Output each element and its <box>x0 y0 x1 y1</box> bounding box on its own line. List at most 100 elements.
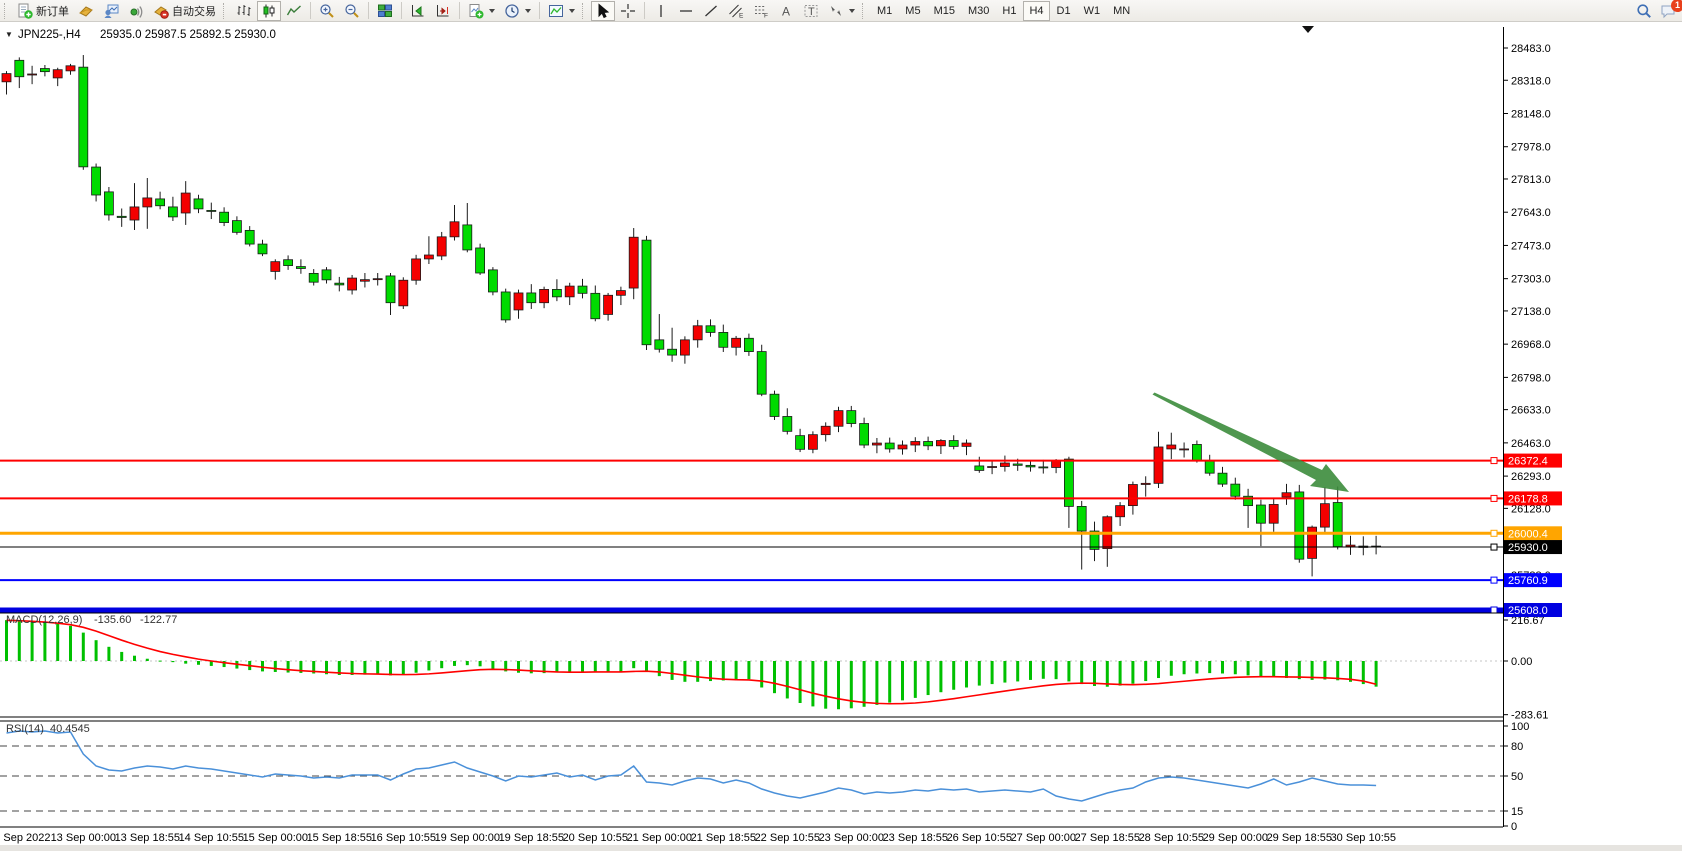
price-line-handle[interactable] <box>1491 607 1497 613</box>
signal-button[interactable] <box>124 1 148 21</box>
candle-body <box>693 326 702 340</box>
chart-expand-icon[interactable]: ▼ <box>5 30 13 39</box>
macd-bar <box>939 661 942 692</box>
macd-bar <box>722 661 725 680</box>
candle-body <box>732 338 741 347</box>
price-line-handle[interactable] <box>1491 577 1497 583</box>
horizontal-line-icon <box>678 3 694 19</box>
candle-body <box>1013 464 1022 465</box>
candle-body <box>1282 493 1291 497</box>
trendline-button[interactable] <box>699 1 723 21</box>
candle-body <box>936 441 945 446</box>
time-tick-label: 22 Sep 10:55 <box>755 832 820 844</box>
rsi-tick-label: 50 <box>1511 771 1523 783</box>
arrows-button[interactable] <box>824 1 859 21</box>
notification-badge[interactable]: 1 <box>1671 0 1682 12</box>
price-tick-label: 28148.0 <box>1511 108 1551 120</box>
cursor-button[interactable] <box>591 1 615 21</box>
candle-body <box>540 289 549 302</box>
candle-body <box>450 222 459 237</box>
price-line-handle[interactable] <box>1491 530 1497 536</box>
timeframe-M5-button[interactable]: M5 <box>899 1 926 21</box>
macd-bar <box>1323 661 1326 680</box>
chart-ohlc-values: 25935.0 25987.5 25892.5 25930.0 <box>100 29 276 41</box>
timeframe-M15-button[interactable]: M15 <box>928 1 961 21</box>
chart-canvas[interactable]: 28483.028318.028148.027978.027813.027643… <box>0 22 1682 851</box>
macd-bar <box>43 622 46 661</box>
zoom-out-button[interactable] <box>340 1 364 21</box>
timeframe-H1-button[interactable]: H1 <box>996 1 1022 21</box>
chart-shift-button[interactable] <box>431 1 455 21</box>
text-label-button[interactable]: T <box>799 1 823 21</box>
rsi-tick-label: 100 <box>1511 721 1529 733</box>
timeframe-H4-button[interactable]: H4 <box>1023 1 1049 21</box>
macd-bar <box>645 661 648 672</box>
toolbar-separator <box>310 2 311 19</box>
timeframe-M30-button[interactable]: M30 <box>962 1 995 21</box>
candle-body <box>207 210 216 211</box>
text-label-icon: T <box>803 3 819 19</box>
trendline-icon <box>703 3 719 19</box>
auto-scroll-button[interactable] <box>406 1 430 21</box>
horizontal-line-button[interactable] <box>674 1 698 21</box>
metaeditor-button[interactable] <box>74 1 98 21</box>
cursor-icon <box>595 3 611 19</box>
price-tag-label: 25930.0 <box>1508 542 1548 554</box>
timeframe-D1-button[interactable]: D1 <box>1051 1 1077 21</box>
timeframe-MN-button[interactable]: MN <box>1107 1 1136 21</box>
candle-body <box>1039 467 1048 468</box>
periods-button[interactable] <box>500 1 535 21</box>
line-chart-button[interactable] <box>282 1 306 21</box>
text-button[interactable]: A <box>774 1 798 21</box>
candle-body <box>642 240 651 345</box>
candle-body <box>156 199 165 206</box>
timeframe-W1-button[interactable]: W1 <box>1078 1 1107 21</box>
macd-main-value: -135.60 <box>94 614 131 626</box>
auto-trading-button[interactable]: 自动交易 <box>149 1 220 21</box>
fibonacci-button[interactable]: F <box>749 1 773 21</box>
toolbar-grip <box>223 3 228 19</box>
candle-body <box>796 436 805 450</box>
candlestick-chart-button[interactable] <box>257 1 281 21</box>
candle-body <box>668 349 677 355</box>
macd-tick-label: 0.00 <box>1511 656 1532 668</box>
bar-chart-button[interactable] <box>232 1 256 21</box>
tile-windows-button[interactable] <box>373 1 397 21</box>
zoom-in-button[interactable] <box>315 1 339 21</box>
candle-body <box>898 445 907 449</box>
candle-body <box>1231 484 1240 496</box>
candle-body <box>1333 502 1342 546</box>
timeframe-M1-button[interactable]: M1 <box>871 1 898 21</box>
macd-bar <box>1080 661 1083 684</box>
candle-body <box>578 286 587 293</box>
macd-bar <box>82 633 85 661</box>
price-line-handle[interactable] <box>1491 544 1497 550</box>
price-line-handle[interactable] <box>1491 495 1497 501</box>
candle-body <box>309 273 318 282</box>
new-chart-button[interactable] <box>464 1 499 21</box>
macd-bar <box>952 661 955 690</box>
search-button[interactable] <box>1632 1 1656 21</box>
indicators-button[interactable] <box>544 1 579 21</box>
price-line-handle[interactable] <box>1491 458 1497 464</box>
macd-bar <box>683 661 686 682</box>
profile-button[interactable] <box>99 1 123 21</box>
candle-body <box>1320 504 1329 527</box>
vertical-line-button[interactable] <box>649 1 673 21</box>
search-icon <box>1636 3 1652 19</box>
new-order-button[interactable]: 新订单 <box>13 1 73 21</box>
equidistant-channel-button[interactable]: E <box>724 1 748 21</box>
macd-bar <box>1042 661 1045 679</box>
candle-body <box>719 332 728 347</box>
time-tick-label: 21 Sep 00:00 <box>627 832 692 844</box>
rsi-tick-label: 15 <box>1511 806 1523 818</box>
zoom-in-icon <box>319 3 335 19</box>
macd-bar <box>517 661 520 673</box>
crosshair-button[interactable] <box>616 1 640 21</box>
candle-body <box>514 293 523 310</box>
macd-bar <box>555 661 558 672</box>
dropdown-caret-icon <box>569 9 575 13</box>
candle-body <box>821 426 830 434</box>
candle-body <box>476 248 485 273</box>
candle-body <box>130 207 139 220</box>
